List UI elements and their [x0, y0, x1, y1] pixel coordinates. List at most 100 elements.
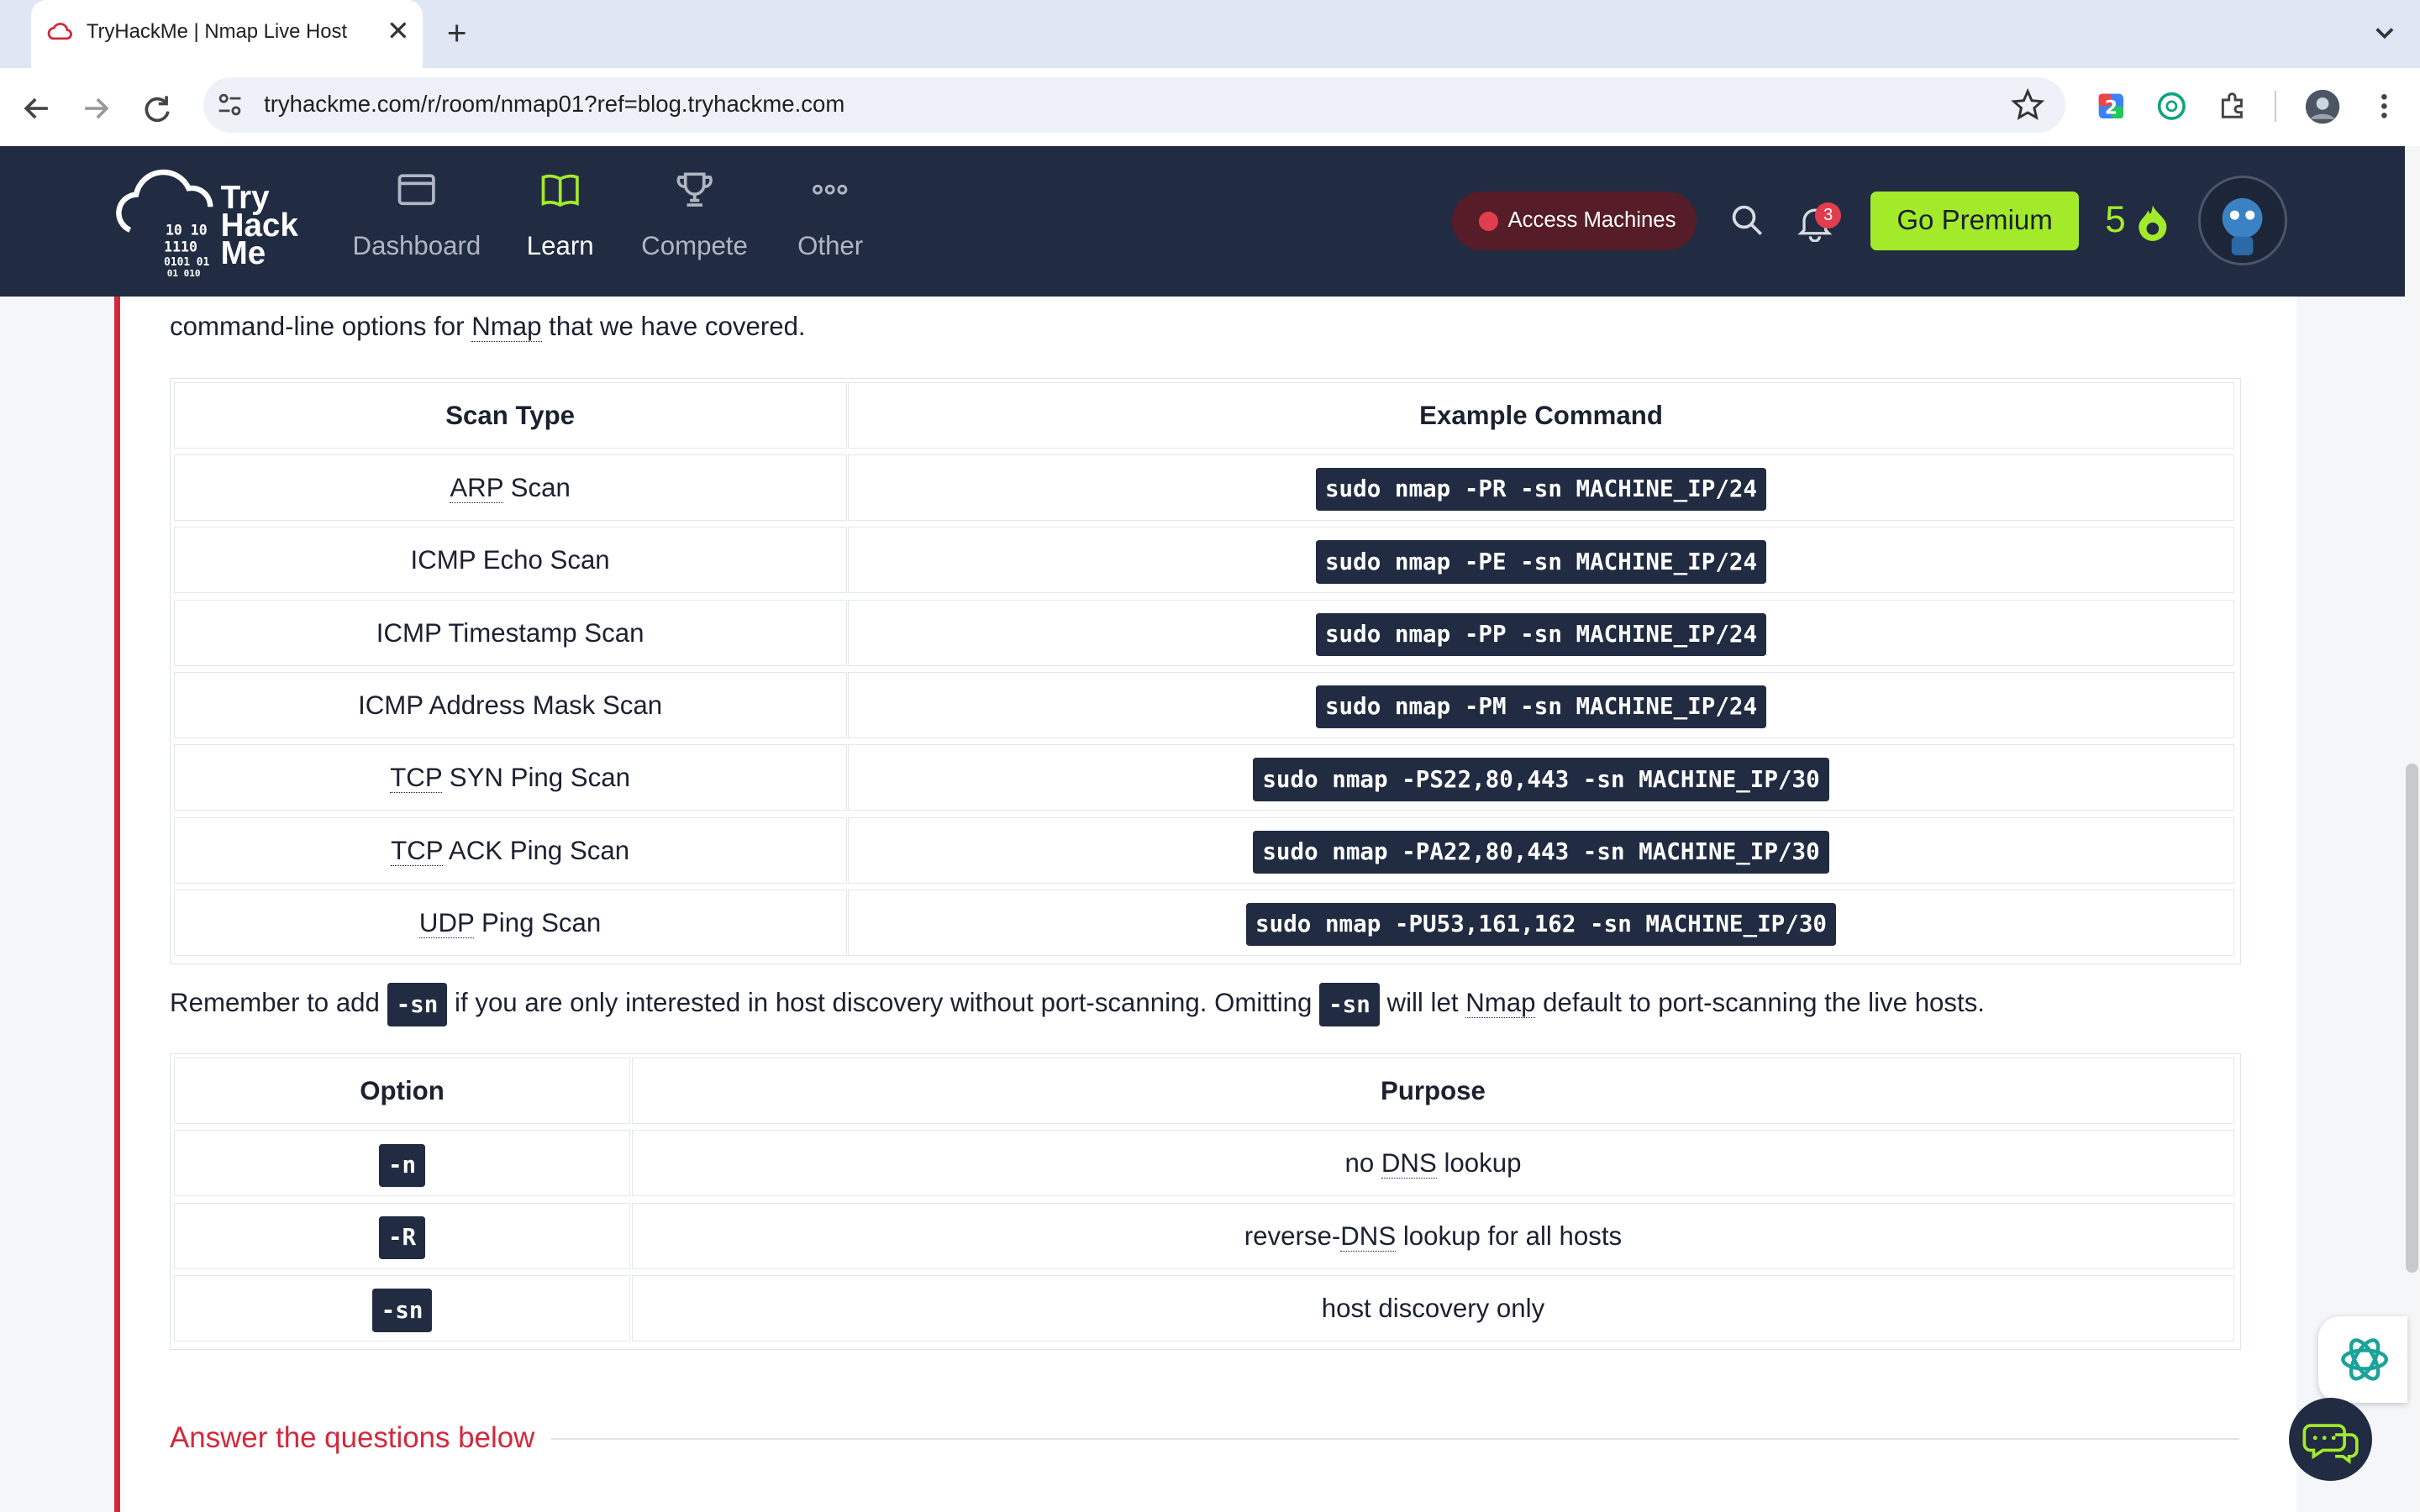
table-row: UDP Ping Scan sudo nmap -PU53,161,162 -sn… — [171, 886, 2238, 956]
remember-part2: if you are only interested in host disco… — [447, 988, 1320, 1018]
book-icon — [541, 174, 579, 207]
nav-compete-label: Compete — [641, 231, 748, 261]
inline-code-sn: -sn — [387, 983, 448, 1026]
table-row: -n no DNS lookup — [171, 1127, 2238, 1197]
trophy-icon — [676, 172, 713, 207]
go-premium-button[interactable]: Go Premium — [1870, 191, 2080, 250]
option-table: Option Purpose -n no DNS lookup -R reverse-… — [170, 1053, 2241, 1351]
page-scrollbar[interactable] — [2404, 146, 2420, 1512]
nav-learn[interactable]: Learn — [515, 168, 605, 276]
tab-title: TryHackMe | Nmap Live Host — [86, 19, 348, 43]
extension-2-icon[interactable]: 2 — [2096, 91, 2127, 122]
chatgpt-extension-icon[interactable] — [2156, 91, 2187, 122]
svg-text:0101 01: 0101 01 — [164, 256, 209, 269]
browser-tab[interactable]: TryHackMe | Nmap Live Host ✕ — [30, 0, 424, 68]
toolbar-divider — [2275, 91, 2277, 123]
remember-abbr: Nmap — [1465, 988, 1536, 1019]
scan-type-cell: TCP SYN Ping Scan — [173, 744, 847, 811]
nav-learn-label: Learn — [526, 231, 594, 261]
option-code: -n — [378, 1143, 426, 1187]
scan-type-cell: ARP Scan — [173, 454, 847, 521]
browser-toolbar: tryhackme.com/r/room/nmap01?ref=blog.try… — [0, 67, 2420, 147]
remember-text: Remember to add -sn if you are only inte… — [170, 981, 1985, 1026]
tab-search-chevron-icon[interactable] — [2365, 15, 2405, 52]
extensions-puzzle-icon[interactable] — [2217, 91, 2248, 122]
table-row: TCP ACK Ping Scan sudo nmap -PA22,80,443 … — [171, 814, 2238, 884]
header-option: Option — [173, 1058, 631, 1125]
search-icon[interactable] — [1730, 203, 1764, 237]
scan-type-label: ICMP Address Mask Scan — [358, 690, 663, 720]
command-cell: sudo nmap -PP -sn MACHINE_IP/24 — [848, 599, 2234, 666]
scan-type-table: Scan Type Example Command ARP Scan sudo n… — [170, 378, 2241, 964]
example-command-code: sudo nmap -PU53,161,162 -sn MACHINE_IP/3… — [1246, 902, 1837, 947]
answer-questions-heading: Answer the questions below — [170, 1420, 535, 1454]
purpose-text: no — [1344, 1148, 1381, 1179]
logo-wordmark: Try Hack Me — [221, 181, 313, 270]
back-arrow-icon[interactable] — [18, 90, 55, 127]
table-row: -R reverse-DNS lookup for all hosts — [171, 1200, 2238, 1269]
nav-dashboard[interactable]: Dashboard — [345, 168, 487, 276]
example-command-code: sudo nmap -PR -sn MACHINE_IP/24 — [1315, 468, 1767, 512]
example-command-code: sudo nmap -PE -sn MACHINE_IP/24 — [1315, 540, 1767, 584]
svg-text:10 10: 10 10 — [166, 222, 208, 238]
scan-type-abbr: UDP — [418, 907, 475, 938]
ai-assistant-button[interactable] — [2317, 1315, 2408, 1403]
support-chat-button[interactable] — [2288, 1398, 2373, 1482]
scan-type-cell: TCP ACK Ping Scan — [173, 816, 847, 884]
command-cell: sudo nmap -PM -sn MACHINE_IP/24 — [848, 671, 2234, 738]
table-row: -sn host discovery only — [171, 1272, 2238, 1342]
table-row: ICMP Timestamp Scan sudo nmap -PP -sn MAC… — [171, 596, 2238, 666]
scan-type-cell: ICMP Address Mask Scan — [173, 671, 847, 738]
scan-type-cell: ICMP Timestamp Scan — [173, 599, 847, 666]
example-command-code: sudo nmap -PS22,80,443 -sn MACHINE_IP/30 — [1253, 758, 1829, 801]
dashboard-icon — [397, 174, 435, 206]
option-code: -R — [378, 1215, 426, 1260]
nav-other[interactable]: Other — [787, 168, 874, 276]
table-row: TCP SYN Ping Scan sudo nmap -PS22,80,443 … — [171, 742, 2238, 811]
nav-compete[interactable]: Compete — [633, 168, 756, 276]
new-tab-icon[interactable]: + — [439, 13, 476, 51]
table-row: ARP Scan sudo nmap -PR -sn MACHINE_IP/24 — [171, 451, 2238, 521]
intro-pre: command-line options for — [170, 312, 472, 342]
flame-icon — [2139, 205, 2167, 241]
tab-close-icon[interactable]: ✕ — [381, 15, 415, 49]
scan-type-label: ICMP Echo Scan — [410, 545, 610, 575]
scan-type-label: ICMP Timestamp Scan — [376, 617, 644, 648]
command-cell: sudo nmap -PE -sn MACHINE_IP/24 — [848, 527, 2234, 594]
purpose-text-rest: lookup — [1436, 1148, 1522, 1179]
address-bar[interactable]: tryhackme.com/r/room/nmap01?ref=blog.try… — [203, 76, 2065, 133]
scrollbar-thumb[interactable] — [2406, 764, 2419, 1273]
bookmark-star-icon[interactable] — [2011, 87, 2045, 122]
purpose-cell: reverse-DNS lookup for all hosts — [632, 1202, 2234, 1269]
forward-arrow-icon[interactable] — [77, 90, 114, 127]
example-command-code: sudo nmap -PP -sn MACHINE_IP/24 — [1315, 612, 1767, 657]
command-cell: sudo nmap -PA22,80,443 -sn MACHINE_IP/30 — [848, 816, 2234, 884]
notification-badge: 3 — [1815, 202, 1842, 228]
svg-text:1110: 1110 — [164, 239, 197, 255]
header-example-command: Example Command — [848, 381, 2234, 449]
intro-post: that we have covered. — [541, 312, 806, 342]
scan-type-abbr: TCP — [390, 763, 443, 794]
site-settings-icon[interactable] — [216, 91, 244, 118]
table-row: ICMP Echo Scan sudo nmap -PE -sn MACHINE_… — [171, 524, 2238, 594]
chat-bubbles-icon — [2302, 1424, 2359, 1465]
profile-avatar-icon[interactable] — [2304, 88, 2341, 125]
remember-part4: default to port-scanning the live hosts. — [1535, 988, 1985, 1018]
scan-type-label: Ping Scan — [474, 907, 602, 937]
scan-type-cell: ICMP Echo Scan — [173, 527, 847, 594]
remember-part3: will let — [1379, 988, 1466, 1018]
option-cell: -n — [173, 1130, 631, 1197]
access-machines-button[interactable]: Access Machines — [1452, 191, 1697, 250]
option-cell: -R — [173, 1202, 631, 1269]
reload-icon[interactable] — [139, 90, 176, 127]
purpose-text: host discovery only — [1321, 1294, 1545, 1324]
url-text: tryhackme.com/r/room/nmap01?ref=blog.try… — [264, 91, 845, 118]
purpose-cell: host discovery only — [632, 1275, 2234, 1342]
browser-menu-icon[interactable] — [2369, 91, 2400, 122]
command-cell: sudo nmap -PS22,80,443 -sn MACHINE_IP/30 — [848, 744, 2234, 811]
table-header-row: Option Purpose — [171, 1054, 2238, 1125]
scan-type-label: ACK Ping Scan — [442, 835, 630, 865]
intro-abbr: Nmap — [471, 312, 542, 343]
header-scan-type: Scan Type — [173, 381, 847, 449]
user-avatar[interactable] — [2197, 176, 2288, 265]
